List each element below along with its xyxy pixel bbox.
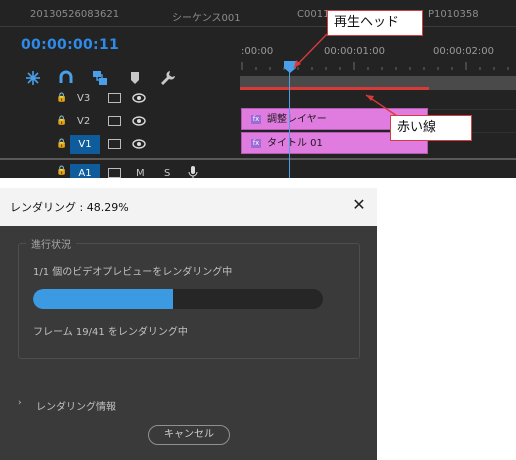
dialog-titlebar[interactable]: レンダリング : 48.29% ✕: [0, 188, 377, 226]
progress-bar: [33, 289, 323, 309]
frame-status-text: フレーム 19/41 をレンダリング中: [33, 327, 188, 338]
dialog-title: レンダリング : 48.29%: [10, 201, 129, 214]
chevron-right-icon[interactable]: ›: [18, 398, 22, 408]
callout-playhead: 再生ヘッド: [327, 10, 423, 36]
cancel-button[interactable]: キャンセル: [148, 425, 230, 445]
callout-red-line: 赤い線: [390, 115, 472, 141]
render-details-toggle[interactable]: レンダリング情報: [36, 398, 116, 413]
close-icon[interactable]: ✕: [350, 196, 368, 214]
render-status-text: 1/1 個のビデオプレビューをレンダリング中: [33, 267, 233, 278]
progress-group-label: 進行状況: [26, 236, 76, 251]
callout-arrows: [293, 33, 401, 119]
render-dialog: レンダリング : 48.29% ✕ 進行状況 1/1 個のビデオプレビューをレン…: [0, 188, 377, 460]
progress-bar-fill: [33, 289, 174, 309]
